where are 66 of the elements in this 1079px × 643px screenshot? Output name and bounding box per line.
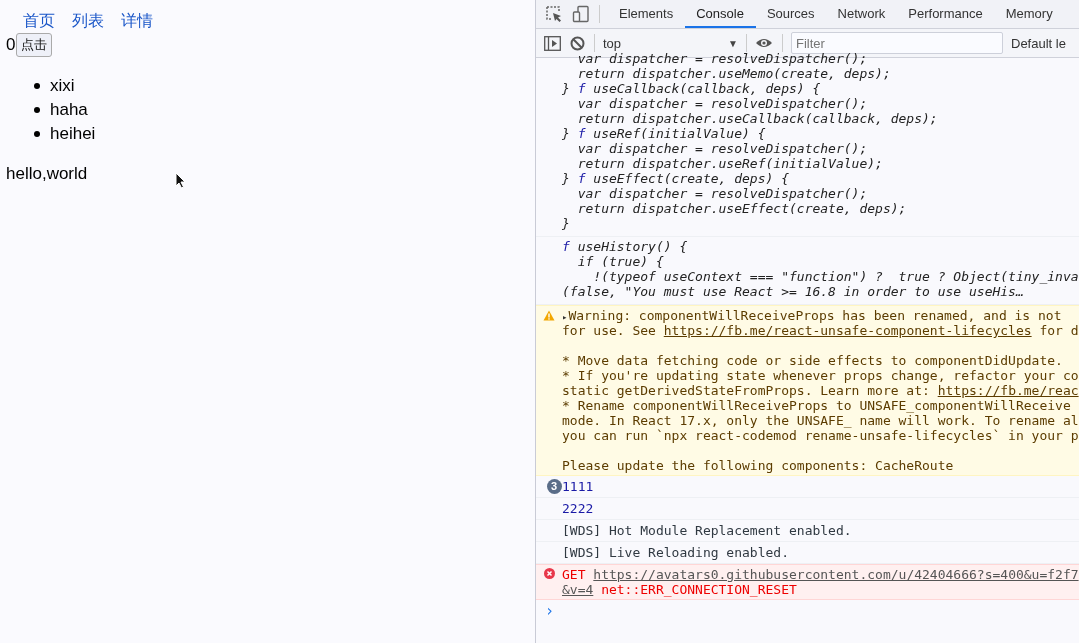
console-line: * Rename componentWillReceiveProps to UNSAFE_componentWillReceive (562, 398, 1072, 413)
console-line: } (562, 216, 571, 231)
bullet-icon (34, 107, 40, 113)
inspect-icon[interactable] (545, 5, 563, 23)
click-button[interactable]: 点击 (16, 33, 53, 57)
console-link[interactable]: https://fb.me/react-unsafe-component-lifecycles (663, 323, 1032, 338)
console-link[interactable]: https://fb.me/reac (937, 383, 1079, 398)
console-line: return dispatcher.useCallback(callback, deps); (576, 111, 939, 126)
console-link[interactable]: &v=4 (562, 582, 594, 597)
sidebar-icon[interactable] (544, 35, 561, 51)
console-link[interactable]: https://avatars0.githubusercontent.com/u/42404666?s=400&u=f2f7 (593, 567, 1079, 582)
console-line: [WDS] Live Reloading enabled. (562, 545, 790, 560)
nav-link[interactable]: 首页 (23, 10, 55, 32)
devtools-tab[interactable]: Elements (608, 0, 686, 28)
console-line: Please update the following components: CacheRoute (562, 458, 955, 473)
devtools-tab[interactable]: Sources (755, 0, 827, 28)
console-line: mode. In React 17.x, only the UNSAFE_ name will work. To rename al (562, 413, 1079, 428)
error-icon (543, 568, 555, 579)
console-line: static getDerivedStateFromProps. Learn more at: https://fb.me/reac (562, 383, 1079, 398)
message-text: hello,world (6, 164, 88, 184)
console-line: 2222 (562, 501, 595, 516)
console-line: } f useCallback(callback, deps) { (562, 81, 822, 96)
console-line: return dispatcher.useMemo(create, deps); (576, 66, 892, 81)
prompt-icon[interactable]: › (545, 602, 555, 620)
list-item: haha (50, 100, 88, 120)
console-line: } f useEffect(create, deps) { (562, 171, 790, 186)
nav-link[interactable]: 详情 (121, 10, 153, 32)
eye-icon[interactable] (755, 37, 773, 49)
counter-value: 0 (6, 35, 16, 55)
console-line: if (true) { (576, 254, 665, 269)
console-line: var dispatcher = resolveDispatcher(); (576, 141, 869, 156)
device-icon[interactable] (572, 5, 590, 23)
console-line: 1111 (562, 479, 595, 494)
console-line: * Move data fetching code or side effects to componentDidUpdate. (562, 353, 1064, 368)
console-line: var dispatcher = resolveDispatcher(); (576, 51, 869, 66)
clear-icon[interactable] (570, 35, 585, 51)
console-line: you can run `npx react-codemod rename-unsafe-lifecycles` in your p (562, 428, 1079, 443)
filter-field[interactable]: Filter (791, 32, 1003, 54)
expand-arrow[interactable]: ▸ (562, 312, 568, 322)
list-item: xixi (50, 76, 75, 96)
console-line: * If you're updating state whenever props change, refactor your co (562, 368, 1079, 383)
devtools-tab[interactable]: Network (826, 0, 898, 28)
console-line: !(typeof useContext === "function") ? true ? Object(tiny_inva (592, 269, 1079, 284)
cursor-icon (175, 172, 187, 189)
context-select[interactable]: top ▼ (603, 35, 738, 51)
console-line: for use. See https://fb.me/react-unsafe-component-lifecycles for d (562, 323, 1079, 338)
warning-icon (543, 310, 555, 321)
console-line: GET https://avatars0.githubusercontent.com/u/42404666?s=400&u=f2f7 (562, 567, 1079, 582)
console-line: &v=4 net::ERR_CONNECTION_RESET (562, 582, 798, 597)
console-line: (false, "You must use React >= 16.8 in order to use useHis… (562, 284, 1025, 299)
console-line: f useHistory() { (562, 239, 689, 254)
console-line: var dispatcher = resolveDispatcher(); (576, 96, 869, 111)
devtools-tab[interactable]: Memory (994, 0, 1065, 28)
console-line: return dispatcher.useRef(initialValue); (576, 156, 884, 171)
console-line: ▸Warning: componentWillReceiveProps has been renamed, and is not (562, 308, 1063, 323)
console-line: var dispatcher = resolveDispatcher(); (576, 186, 869, 201)
console-line: return dispatcher.useEffect(create, deps); (576, 201, 908, 216)
console-line: } f useRef(initialValue) { (562, 126, 767, 141)
bullet-icon (34, 83, 40, 89)
bullet-icon (34, 131, 40, 137)
nav-link[interactable]: 列表 (72, 10, 104, 32)
devtools-tab[interactable]: Performance (897, 0, 995, 28)
levels-dropdown[interactable]: Default le (1011, 35, 1066, 51)
repeat-count: 3 (546, 479, 562, 494)
list-item: heihei (50, 124, 96, 144)
console-line: [WDS] Hot Module Replacement enabled. (562, 523, 853, 538)
